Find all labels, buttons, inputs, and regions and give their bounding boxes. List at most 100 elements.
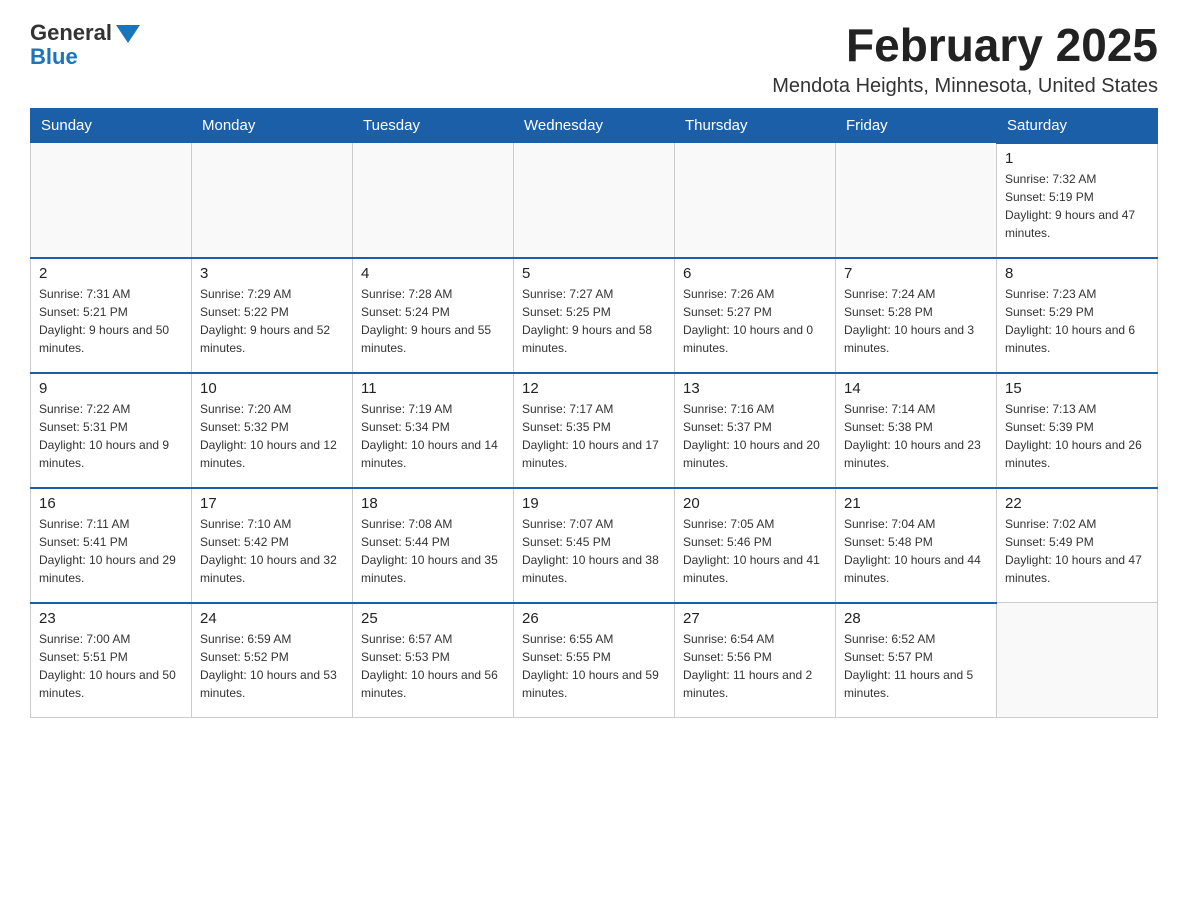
calendar-cell — [31, 143, 192, 258]
day-number: 19 — [522, 495, 666, 512]
day-info: Sunrise: 7:26 AMSunset: 5:27 PMDaylight:… — [683, 285, 827, 357]
calendar-cell: 19Sunrise: 7:07 AMSunset: 5:45 PMDayligh… — [514, 488, 675, 603]
calendar-cell: 7 Sunrise: 7:24 AMSunset: 5:28 PMDaylight… — [836, 258, 997, 373]
day-info: Sunrise: 7:02 AMSunset: 5:49 PMDaylight:… — [1005, 515, 1149, 587]
calendar-cell: 15 Sunrise: 7:13 AMSunset: 5:39 PMDayligh… — [997, 373, 1158, 488]
day-info: Sunrise: 6:54 AMSunset: 5:56 PMDaylight:… — [683, 630, 827, 702]
calendar-cell: 9 Sunrise: 7:22 AMSunset: 5:31 PMDaylight… — [31, 373, 192, 488]
day-info: Sunrise: 7:22 AMSunset: 5:31 PMDaylight:… — [39, 400, 183, 472]
calendar-cell: 22Sunrise: 7:02 AMSunset: 5:49 PMDayligh… — [997, 488, 1158, 603]
day-info: Sunrise: 7:31 AMSunset: 5:21 PMDaylight:… — [39, 285, 183, 357]
day-number: 8 — [1005, 265, 1149, 282]
day-info: Sunrise: 7:23 AMSunset: 5:29 PMDaylight:… — [1005, 285, 1149, 357]
day-info: Sunrise: 7:04 AMSunset: 5:48 PMDaylight:… — [844, 515, 988, 587]
day-info: Sunrise: 7:24 AMSunset: 5:28 PMDaylight:… — [844, 285, 988, 357]
day-number: 15 — [1005, 380, 1149, 397]
calendar-cell: 27Sunrise: 6:54 AMSunset: 5:56 PMDayligh… — [675, 603, 836, 718]
calendar-header-saturday: Saturday — [997, 108, 1158, 143]
day-number: 1 — [1005, 150, 1149, 167]
calendar-cell: 14Sunrise: 7:14 AMSunset: 5:38 PMDayligh… — [836, 373, 997, 488]
calendar-table: SundayMondayTuesdayWednesdayThursdayFrid… — [30, 108, 1158, 719]
day-info: Sunrise: 7:17 AMSunset: 5:35 PMDaylight:… — [522, 400, 666, 472]
day-number: 28 — [844, 610, 988, 627]
day-info: Sunrise: 7:28 AMSunset: 5:24 PMDaylight:… — [361, 285, 505, 357]
day-number: 11 — [361, 380, 505, 397]
day-info: Sunrise: 6:52 AMSunset: 5:57 PMDaylight:… — [844, 630, 988, 702]
calendar-week-1: 1 Sunrise: 7:32 AMSunset: 5:19 PMDaylight… — [31, 143, 1158, 258]
day-info: Sunrise: 7:16 AMSunset: 5:37 PMDaylight:… — [683, 400, 827, 472]
location-title: Mendota Heights, Minnesota, United State… — [772, 75, 1158, 98]
day-number: 12 — [522, 380, 666, 397]
day-info: Sunrise: 7:19 AMSunset: 5:34 PMDaylight:… — [361, 400, 505, 472]
calendar-week-2: 2 Sunrise: 7:31 AMSunset: 5:21 PMDaylight… — [31, 258, 1158, 373]
logo: General Blue — [30, 20, 140, 70]
calendar-cell — [675, 143, 836, 258]
calendar-week-4: 16 Sunrise: 7:11 AMSunset: 5:41 PMDayligh… — [31, 488, 1158, 603]
calendar-cell: 6 Sunrise: 7:26 AMSunset: 5:27 PMDaylight… — [675, 258, 836, 373]
calendar-cell: 20Sunrise: 7:05 AMSunset: 5:46 PMDayligh… — [675, 488, 836, 603]
day-number: 26 — [522, 610, 666, 627]
day-number: 6 — [683, 265, 827, 282]
logo-blue-text: Blue — [30, 44, 78, 70]
day-info: Sunrise: 6:59 AMSunset: 5:52 PMDaylight:… — [200, 630, 344, 702]
day-number: 24 — [200, 610, 344, 627]
day-number: 2 — [39, 265, 183, 282]
calendar-cell: 13 Sunrise: 7:16 AMSunset: 5:37 PMDayligh… — [675, 373, 836, 488]
day-number: 3 — [200, 265, 344, 282]
day-number: 23 — [39, 610, 183, 627]
calendar-cell: 23 Sunrise: 7:00 AMSunset: 5:51 PMDayligh… — [31, 603, 192, 718]
day-info: Sunrise: 7:11 AMSunset: 5:41 PMDaylight:… — [39, 515, 183, 587]
calendar-cell — [514, 143, 675, 258]
calendar-cell: 2 Sunrise: 7:31 AMSunset: 5:21 PMDaylight… — [31, 258, 192, 373]
calendar-header-sunday: Sunday — [31, 108, 192, 143]
day-number: 4 — [361, 265, 505, 282]
calendar-cell: 12 Sunrise: 7:17 AMSunset: 5:35 PMDayligh… — [514, 373, 675, 488]
month-title: February 2025 — [772, 20, 1158, 71]
day-number: 9 — [39, 380, 183, 397]
day-info: Sunrise: 7:05 AMSunset: 5:46 PMDaylight:… — [683, 515, 827, 587]
day-number: 17 — [200, 495, 344, 512]
calendar-week-3: 9 Sunrise: 7:22 AMSunset: 5:31 PMDaylight… — [31, 373, 1158, 488]
calendar-cell: 21 Sunrise: 7:04 AMSunset: 5:48 PMDayligh… — [836, 488, 997, 603]
day-info: Sunrise: 7:00 AMSunset: 5:51 PMDaylight:… — [39, 630, 183, 702]
day-info: Sunrise: 7:13 AMSunset: 5:39 PMDaylight:… — [1005, 400, 1149, 472]
day-number: 25 — [361, 610, 505, 627]
day-info: Sunrise: 7:27 AMSunset: 5:25 PMDaylight:… — [522, 285, 666, 357]
calendar-header-thursday: Thursday — [675, 108, 836, 143]
title-block: February 2025 Mendota Heights, Minnesota… — [772, 20, 1158, 98]
day-number: 13 — [683, 380, 827, 397]
day-info: Sunrise: 7:20 AMSunset: 5:32 PMDaylight:… — [200, 400, 344, 472]
day-number: 18 — [361, 495, 505, 512]
day-number: 10 — [200, 380, 344, 397]
day-number: 16 — [39, 495, 183, 512]
calendar-cell — [997, 603, 1158, 718]
day-info: Sunrise: 6:55 AMSunset: 5:55 PMDaylight:… — [522, 630, 666, 702]
day-number: 21 — [844, 495, 988, 512]
day-info: Sunrise: 7:14 AMSunset: 5:38 PMDaylight:… — [844, 400, 988, 472]
calendar-cell: 18 Sunrise: 7:08 AMSunset: 5:44 PMDayligh… — [353, 488, 514, 603]
calendar-cell: 26 Sunrise: 6:55 AMSunset: 5:55 PMDayligh… — [514, 603, 675, 718]
calendar-cell: 8 Sunrise: 7:23 AMSunset: 5:29 PMDaylight… — [997, 258, 1158, 373]
calendar-cell: 25 Sunrise: 6:57 AMSunset: 5:53 PMDayligh… — [353, 603, 514, 718]
calendar-header-wednesday: Wednesday — [514, 108, 675, 143]
logo-general-text: General — [30, 20, 112, 46]
day-info: Sunrise: 7:32 AMSunset: 5:19 PMDaylight:… — [1005, 170, 1149, 242]
page-header: General Blue February 2025 Mendota Heigh… — [30, 20, 1158, 98]
calendar-cell — [836, 143, 997, 258]
logo-arrow-icon — [116, 25, 140, 43]
calendar-cell: 28 Sunrise: 6:52 AMSunset: 5:57 PMDayligh… — [836, 603, 997, 718]
calendar-cell: 3Sunrise: 7:29 AMSunset: 5:22 PMDaylight… — [192, 258, 353, 373]
calendar-cell: 4 Sunrise: 7:28 AMSunset: 5:24 PMDaylight… — [353, 258, 514, 373]
calendar-cell: 5Sunrise: 7:27 AMSunset: 5:25 PMDaylight… — [514, 258, 675, 373]
calendar-header-friday: Friday — [836, 108, 997, 143]
day-info: Sunrise: 6:57 AMSunset: 5:53 PMDaylight:… — [361, 630, 505, 702]
day-info: Sunrise: 7:08 AMSunset: 5:44 PMDaylight:… — [361, 515, 505, 587]
calendar-header-row: SundayMondayTuesdayWednesdayThursdayFrid… — [31, 108, 1158, 143]
calendar-cell: 1 Sunrise: 7:32 AMSunset: 5:19 PMDaylight… — [997, 143, 1158, 258]
calendar-cell: 17 Sunrise: 7:10 AMSunset: 5:42 PMDayligh… — [192, 488, 353, 603]
calendar-cell: 10 Sunrise: 7:20 AMSunset: 5:32 PMDayligh… — [192, 373, 353, 488]
calendar-week-5: 23 Sunrise: 7:00 AMSunset: 5:51 PMDayligh… — [31, 603, 1158, 718]
day-info: Sunrise: 7:10 AMSunset: 5:42 PMDaylight:… — [200, 515, 344, 587]
calendar-header-monday: Monday — [192, 108, 353, 143]
day-number: 7 — [844, 265, 988, 282]
